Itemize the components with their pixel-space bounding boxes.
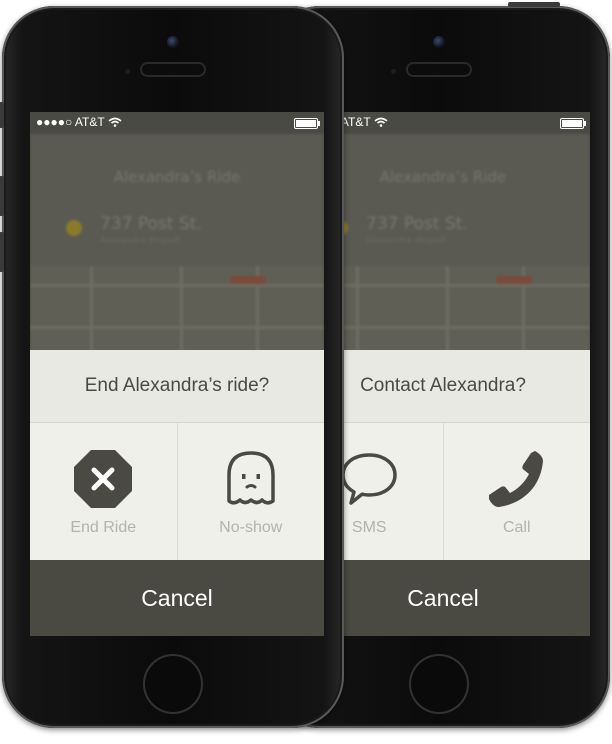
call-button[interactable]: Call — [442, 423, 591, 560]
carrier-label: AT&T — [74, 115, 105, 129]
sheet-prompt: End Alexandra’s ride? — [30, 350, 324, 423]
no-show-label: No-show — [219, 519, 283, 536]
status-bar: ●●●●○ AT&T — [30, 112, 324, 134]
carrier-label: AT&T — [340, 115, 371, 129]
wifi-icon — [374, 115, 388, 129]
wifi-icon — [108, 115, 122, 129]
ride-address-sub: Alexandra dropoff — [366, 236, 447, 246]
action-sheet: End Alexandra’s ride? End Ride No-show C… — [30, 350, 324, 636]
ride-background: Alexandra’s Ride 737 Post St. Alexandra … — [30, 134, 324, 374]
cancel-button[interactable]: Cancel — [30, 560, 324, 636]
proximity-sensor — [125, 69, 130, 74]
phone-icon — [488, 451, 543, 507]
no-show-button[interactable]: No-show — [176, 423, 325, 560]
ride-address-sub: Alexandra dropoff — [100, 236, 181, 246]
home-button[interactable] — [143, 654, 203, 714]
action-row: End Ride No-show — [30, 423, 324, 560]
pickup-dot — [66, 220, 82, 236]
ride-address: 737 Post St. — [100, 214, 202, 234]
end-ride-label: End Ride — [70, 519, 137, 536]
proximity-sensor — [391, 69, 396, 74]
octagon-x-icon — [74, 450, 133, 508]
ghost-icon — [227, 451, 275, 505]
battery-icon — [560, 118, 586, 129]
battery-icon — [294, 118, 320, 129]
home-button[interactable] — [409, 654, 469, 714]
call-label: Call — [502, 519, 531, 536]
screen-left: Alexandra’s Ride 737 Post St. Alexandra … — [30, 112, 324, 636]
front-camera — [433, 36, 445, 48]
ride-address: 737 Post St. — [366, 214, 468, 234]
volume-up-button — [0, 176, 4, 216]
speech-bubble-icon — [341, 453, 397, 505]
phone-device-left: Alexandra’s Ride 737 Post St. Alexandra … — [0, 6, 344, 728]
earpiece-speaker — [142, 64, 204, 75]
sms-label: SMS — [351, 519, 387, 536]
front-camera — [167, 36, 179, 48]
mute-switch — [0, 102, 4, 128]
end-ride-button[interactable]: End Ride — [30, 423, 177, 560]
earpiece-speaker — [408, 64, 470, 75]
volume-down-button — [0, 232, 4, 272]
sleep-wake-button — [508, 2, 560, 7]
ride-title: Alexandra’s Ride — [113, 168, 241, 186]
carrier-signal: ●●●●○ AT&T — [36, 115, 122, 129]
